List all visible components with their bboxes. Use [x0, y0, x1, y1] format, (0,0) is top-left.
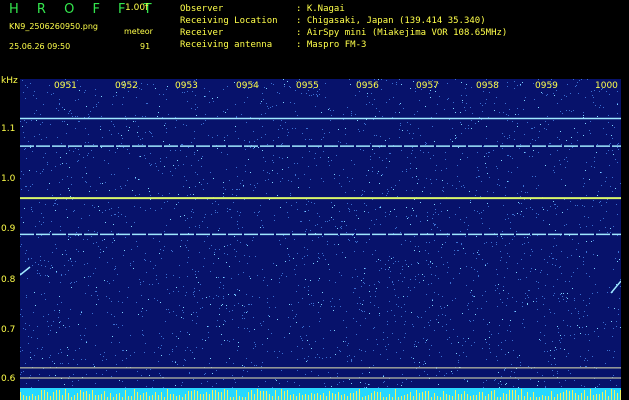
y-axis: kHz 1.1 1.0 0.9 0.8 0.7 0.6: [0, 76, 20, 400]
meteor-echo: [610, 280, 621, 294]
x-tick: 0959: [535, 81, 558, 91]
right-margin: [621, 79, 629, 400]
location-label: Receiving Location: [180, 16, 278, 26]
antenna-value: : Maspro FM-3: [296, 40, 367, 50]
y-tick: 0.6: [1, 374, 16, 384]
noise-speckle-bright: [22, 79, 621, 400]
x-tick: 0953: [175, 81, 198, 91]
spectrogram-plot[interactable]: [20, 79, 621, 400]
x-tick: 0958: [476, 81, 499, 91]
x-tick: 0955: [296, 81, 319, 91]
y-tick: 1.1: [1, 124, 16, 134]
antenna-label: Receiving antenna: [180, 40, 273, 50]
x-tick: 0952: [115, 81, 138, 91]
noise-speckle: [20, 79, 621, 400]
app-version: 1.00f: [125, 3, 149, 13]
y-tick: 1.0: [1, 174, 16, 184]
meteor-count: 91: [140, 42, 151, 51]
location-value: : Chigasaki, Japan (139.414 35.340): [296, 16, 486, 26]
meteor-label: meteor: [124, 27, 153, 36]
observer-label: Observer: [180, 4, 224, 14]
datetime: 25.06.26 09:50: [9, 42, 71, 51]
y-tick: 0.8: [1, 275, 16, 285]
x-tick: 0956: [356, 81, 379, 91]
x-tick: 0954: [236, 81, 259, 91]
x-tick: 1000: [595, 81, 618, 91]
x-tick: 0957: [416, 81, 439, 91]
meteor-echo: [20, 266, 31, 276]
file-name: KN9_2506260950.png: [9, 22, 98, 31]
receiver-label: Receiver: [180, 28, 224, 38]
observer-value: : K.Nagai: [296, 4, 345, 14]
receiver-value: : AirSpy mini (Miakejima VOR 108.65MHz): [296, 28, 508, 38]
x-tick: 0951: [54, 81, 77, 91]
y-tick: 0.9: [1, 224, 16, 234]
y-unit-label: kHz: [1, 76, 18, 86]
header-panel: H R O F F T 1.00f KN9_2506260950.png met…: [0, 0, 629, 76]
y-tick: 0.7: [1, 325, 16, 335]
spectrogram-canvas: [20, 79, 621, 400]
